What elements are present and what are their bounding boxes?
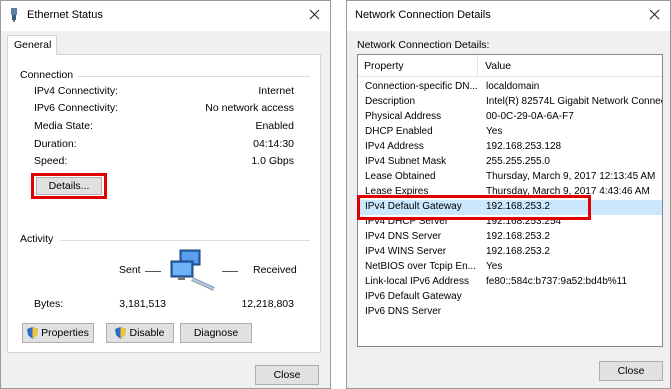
list-item[interactable]: IPv4 Subnet Mask 255.255.255.0 — [358, 155, 662, 170]
column-header-value[interactable]: Value — [479, 55, 662, 77]
value-cell: localdomain — [486, 81, 540, 92]
property-cell: IPv4 DNS Server — [365, 231, 442, 242]
value-cell: 192.168.253.128 — [486, 141, 562, 152]
value-cell: Yes — [486, 261, 503, 272]
value-cell: 00-0C-29-0A-6A-F7 — [486, 111, 574, 122]
list-item[interactable]: DHCP Enabled Yes — [358, 125, 662, 140]
shield-icon — [115, 327, 127, 339]
disable-button[interactable]: Disable — [106, 323, 174, 343]
sent-label: Sent — [119, 264, 141, 276]
list-item[interactable]: IPv4 WINS Server 192.168.253.2 — [358, 245, 662, 260]
shield-icon — [27, 327, 39, 339]
duration-value: 04:14:30 — [253, 138, 294, 150]
close-window-icon[interactable] — [302, 4, 326, 26]
bytes-sent-value: 3,181,513 — [119, 298, 166, 310]
bytes-label: Bytes: — [34, 298, 64, 310]
activity-heading: Activity — [20, 233, 54, 245]
divider — [78, 76, 310, 77]
value-cell: Yes — [486, 126, 503, 137]
network-connection-details-window: Network Connection Details Network Conne… — [346, 0, 671, 389]
ipv6-connectivity-value: No network access — [205, 102, 294, 114]
property-cell: Link-local IPv6 Address — [365, 276, 469, 287]
ethernet-status-window: Ethernet Status General Connection IPv4 … — [0, 0, 331, 389]
details-button[interactable]: Details... — [36, 177, 102, 195]
list-item[interactable]: IPv6 DNS Server — [358, 305, 662, 320]
duration-label: Duration: — [34, 138, 77, 150]
property-cell: NetBIOS over Tcpip En... — [365, 261, 476, 272]
gateway-highlight-box — [357, 195, 591, 220]
close-window-icon[interactable] — [642, 4, 666, 26]
list-item[interactable]: NetBIOS over Tcpip En... Yes — [358, 260, 662, 275]
property-cell: Description — [365, 96, 416, 107]
window-title: Ethernet Status — [27, 9, 103, 21]
property-cell: IPv4 Address — [365, 141, 424, 152]
value-cell: 192.168.253.2 — [486, 246, 550, 257]
window-title: Network Connection Details — [355, 9, 491, 21]
speed-value: 1.0 Gbps — [251, 155, 294, 167]
properties-button-label: Properties — [41, 327, 89, 339]
value-cell: 192.168.253.2 — [486, 231, 550, 242]
property-cell: IPv6 DNS Server — [365, 306, 442, 317]
sent-line — [145, 271, 161, 272]
column-header-property[interactable]: Property — [358, 55, 478, 77]
speed-label: Speed: — [34, 155, 68, 167]
divider — [60, 240, 310, 241]
details-list-label: Network Connection Details: — [357, 39, 490, 51]
title-bar: Network Connection Details — [347, 1, 670, 31]
list-header: Property Value — [358, 55, 662, 77]
value-cell: Intel(R) 82574L Gigabit Network Connect — [486, 96, 663, 107]
network-computers-icon — [170, 249, 220, 293]
list-item[interactable]: Physical Address 00-0C-29-0A-6A-F7 — [358, 110, 662, 125]
properties-button[interactable]: Properties — [22, 323, 94, 343]
diagnose-button[interactable]: Diagnose — [180, 323, 252, 343]
ipv4-connectivity-label: IPv4 Connectivity: — [34, 85, 119, 97]
title-bar: Ethernet Status — [1, 1, 330, 31]
media-state-label: Media State: — [34, 120, 93, 132]
property-cell: Connection-specific DN... — [365, 81, 478, 92]
received-line — [222, 271, 238, 272]
general-panel: Connection IPv4 Connectivity: Internet I… — [7, 54, 321, 353]
connection-heading: Connection — [20, 69, 74, 81]
close-button[interactable]: Close — [255, 365, 319, 385]
list-item[interactable]: IPv4 DNS Server 192.168.253.2 — [358, 230, 662, 245]
list-item[interactable]: Lease Obtained Thursday, March 9, 2017 1… — [358, 170, 662, 185]
property-cell: DHCP Enabled — [365, 126, 433, 137]
list-item[interactable]: Link-local IPv6 Address fe80::584c:b737:… — [358, 275, 662, 290]
ipv4-connectivity-value: Internet — [258, 85, 294, 97]
ipv6-connectivity-label: IPv6 Connectivity: — [34, 102, 119, 114]
value-cell: 255.255.255.0 — [486, 156, 550, 167]
property-cell: IPv6 Default Gateway — [365, 291, 462, 302]
property-cell: Physical Address — [365, 111, 442, 122]
media-state-value: Enabled — [255, 120, 294, 132]
close-button[interactable]: Close — [599, 361, 663, 381]
value-cell: fe80::584c:b737:9a52:bd4b%11 — [486, 276, 628, 287]
property-cell: IPv4 WINS Server — [365, 246, 447, 257]
property-cell: Lease Obtained — [365, 171, 436, 182]
list-item[interactable]: Connection-specific DN... localdomain — [358, 80, 662, 95]
list-item[interactable]: IPv4 Address 192.168.253.128 — [358, 140, 662, 155]
list-item[interactable]: IPv6 Default Gateway — [358, 290, 662, 305]
list-item[interactable]: Description Intel(R) 82574L Gigabit Netw… — [358, 95, 662, 110]
network-adapter-icon — [9, 8, 19, 22]
property-cell: IPv4 Subnet Mask — [365, 156, 447, 167]
value-cell: Thursday, March 9, 2017 12:13:45 AM — [486, 171, 656, 182]
bytes-received-value: 12,218,803 — [241, 298, 294, 310]
received-label: Received — [253, 264, 297, 276]
disable-button-label: Disable — [129, 327, 165, 339]
tab-general[interactable]: General — [7, 35, 57, 55]
